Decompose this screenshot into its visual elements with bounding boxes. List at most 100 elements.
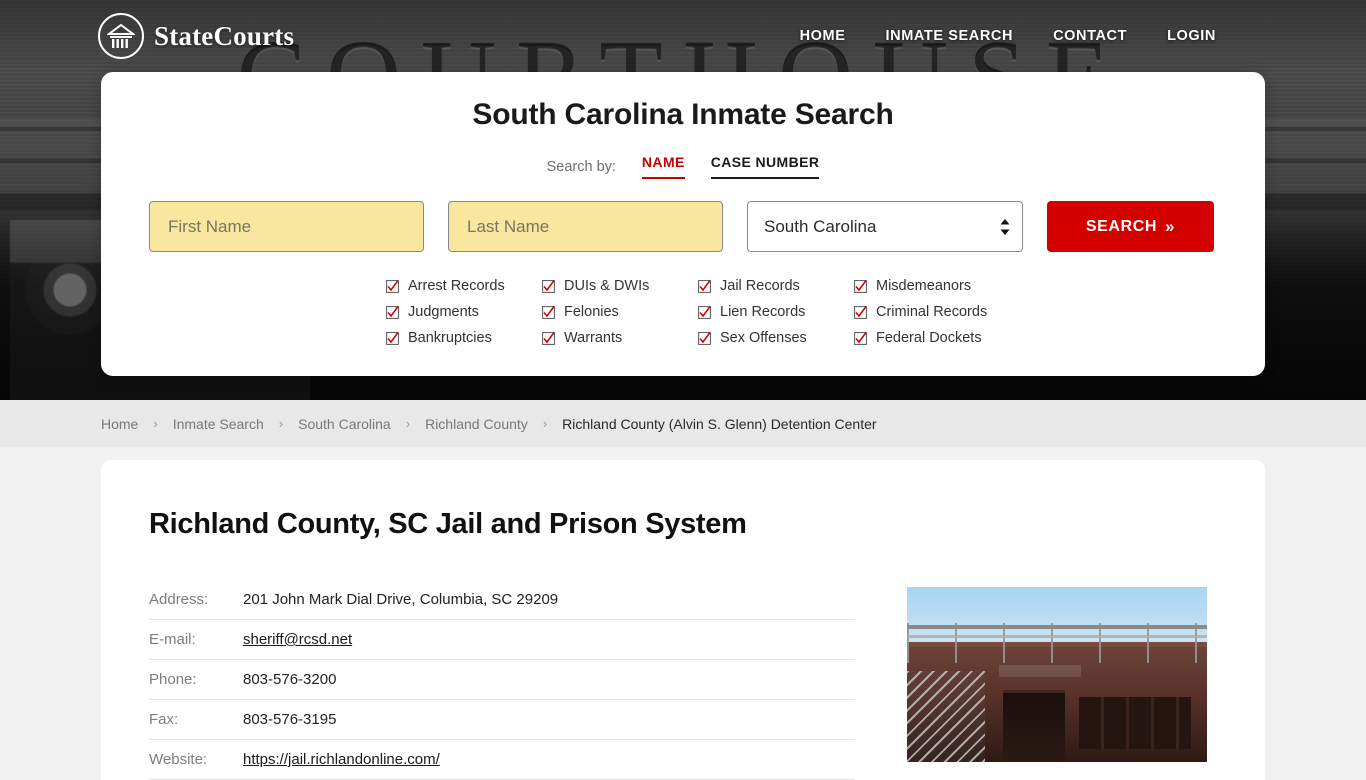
checked-checkbox-icon bbox=[542, 279, 555, 293]
record-type-label: Lien Records bbox=[720, 304, 806, 320]
detail-value: 803-576-3195 bbox=[243, 699, 855, 740]
checked-checkbox-icon bbox=[542, 305, 555, 319]
search-panel-title: South Carolina Inmate Search bbox=[472, 98, 894, 131]
photo-entrance bbox=[1003, 690, 1065, 762]
record-type-list: Arrest Records DUIs & DWIs Jail Records … bbox=[101, 278, 1265, 346]
record-type-item[interactable]: Lien Records bbox=[698, 304, 854, 320]
record-type-label: Felonies bbox=[564, 304, 619, 320]
chevron-right-icon: › bbox=[153, 416, 158, 431]
record-type-label: Warrants bbox=[564, 330, 623, 346]
breadcrumb-item-richland-county[interactable]: Richland County bbox=[425, 416, 528, 432]
checked-checkbox-icon bbox=[698, 331, 711, 345]
detail-value: sheriff@rcsd.net bbox=[243, 619, 855, 660]
first-name-input[interactable] bbox=[149, 201, 424, 252]
record-type-label: Misdemeanors bbox=[876, 278, 972, 294]
state-select-wrapper: South Carolina bbox=[747, 201, 1023, 252]
table-row: Address: 201 John Mark Dial Drive, Colum… bbox=[149, 587, 855, 620]
detail-label: Address: bbox=[149, 587, 243, 620]
facility-info-section: Address: 201 John Mark Dial Drive, Colum… bbox=[149, 587, 1217, 780]
checked-checkbox-icon bbox=[854, 305, 867, 319]
record-type-item[interactable]: Jail Records bbox=[698, 278, 854, 294]
nav-item-inmate-search[interactable]: INMATE SEARCH bbox=[886, 28, 1014, 44]
nav-item-home[interactable]: HOME bbox=[800, 28, 846, 44]
photo-fence-posts bbox=[907, 623, 1207, 663]
double-chevron-right-icon: » bbox=[1165, 217, 1176, 236]
record-type-item[interactable]: DUIs & DWIs bbox=[542, 278, 698, 294]
search-by-label: Search by: bbox=[546, 158, 616, 175]
brand-logo[interactable]: StateCourts bbox=[98, 13, 294, 59]
facility-details-table: Address: 201 John Mark Dial Drive, Colum… bbox=[149, 587, 855, 780]
state-select[interactable]: South Carolina bbox=[747, 201, 1023, 252]
checked-checkbox-icon bbox=[698, 305, 711, 319]
checked-checkbox-icon bbox=[386, 279, 399, 293]
record-type-label: Jail Records bbox=[720, 278, 800, 294]
facility-photo bbox=[907, 587, 1207, 762]
photo-windows bbox=[1079, 697, 1191, 749]
photo-building-sign bbox=[999, 665, 1081, 677]
chevron-right-icon: › bbox=[542, 416, 548, 431]
nav-item-contact[interactable]: CONTACT bbox=[1053, 28, 1127, 44]
record-type-label: Federal Dockets bbox=[876, 330, 982, 346]
record-type-label: Sex Offenses bbox=[720, 330, 807, 346]
courthouse-circle-icon bbox=[98, 13, 144, 59]
record-type-label: Judgments bbox=[408, 304, 479, 320]
detail-value: 803-576-3200 bbox=[243, 659, 855, 700]
detail-value: https://jail.richlandonline.com/ bbox=[243, 739, 855, 780]
photo-fence-rail bbox=[907, 625, 1207, 629]
record-type-item[interactable]: Arrest Records bbox=[386, 278, 542, 294]
chevron-right-icon: › bbox=[405, 416, 411, 431]
facility-content-card: Richland County, SC Jail and Prison Syst… bbox=[101, 460, 1265, 780]
breadcrumb-item-south-carolina[interactable]: South Carolina bbox=[298, 416, 391, 432]
top-bar: StateCourts HOME INMATE SEARCH CONTACT L… bbox=[0, 0, 1366, 72]
checked-checkbox-icon bbox=[386, 331, 399, 345]
tab-case-number[interactable]: CASE NUMBER bbox=[710, 154, 820, 179]
checked-checkbox-icon bbox=[386, 305, 399, 319]
chevron-right-icon: › bbox=[278, 416, 284, 431]
record-type-item[interactable]: Criminal Records bbox=[854, 304, 1010, 320]
record-type-item[interactable]: Sex Offenses bbox=[698, 330, 854, 346]
checked-checkbox-icon bbox=[698, 279, 711, 293]
inmate-search-panel: South Carolina Inmate Search Search by: … bbox=[101, 72, 1265, 376]
hero-banner: COURTHOUSE StateCourts HOME INMATE SEARC… bbox=[0, 0, 1366, 400]
record-type-item[interactable]: Federal Dockets bbox=[854, 330, 1010, 346]
email-link[interactable]: sheriff@rcsd.net bbox=[243, 631, 352, 648]
detail-label: Website: bbox=[149, 739, 243, 780]
record-type-item[interactable]: Felonies bbox=[542, 304, 698, 320]
search-by-tabs: Search by: NAME CASE NUMBER bbox=[101, 154, 1265, 179]
table-row: Fax: 803-576-3195 bbox=[149, 699, 855, 740]
record-type-label: Bankruptcies bbox=[408, 330, 492, 346]
page-title: Richland County, SC Jail and Prison Syst… bbox=[149, 508, 747, 540]
record-type-item[interactable]: Judgments bbox=[386, 304, 542, 320]
record-type-item[interactable]: Warrants bbox=[542, 330, 698, 346]
detail-value: 201 John Mark Dial Drive, Columbia, SC 2… bbox=[243, 587, 855, 620]
breadcrumb: Home › Inmate Search › South Carolina › … bbox=[0, 400, 1366, 447]
table-row: Phone: 803-576-3200 bbox=[149, 659, 855, 700]
website-link[interactable]: https://jail.richlandonline.com/ bbox=[243, 751, 440, 768]
main-navigation: HOME INMATE SEARCH CONTACT LOGIN bbox=[800, 28, 1216, 44]
checked-checkbox-icon bbox=[854, 279, 867, 293]
record-type-label: Arrest Records bbox=[408, 278, 505, 294]
last-name-input[interactable] bbox=[448, 201, 723, 252]
search-form: South Carolina SEARCH » bbox=[101, 201, 1265, 252]
search-button-label: SEARCH bbox=[1085, 217, 1158, 235]
detail-label: Fax: bbox=[149, 699, 243, 740]
record-type-item[interactable]: Bankruptcies bbox=[386, 330, 542, 346]
record-type-label: DUIs & DWIs bbox=[564, 278, 650, 294]
search-button[interactable]: SEARCH » bbox=[1047, 201, 1214, 252]
table-row: Website: https://jail.richlandonline.com… bbox=[149, 739, 855, 780]
breadcrumb-item-current: Richland County (Alvin S. Glenn) Detenti… bbox=[562, 415, 877, 432]
tab-name[interactable]: NAME bbox=[641, 154, 685, 179]
table-row: E-mail: sheriff@rcsd.net bbox=[149, 619, 855, 660]
record-type-label: Criminal Records bbox=[876, 304, 988, 320]
brand-name: StateCourts bbox=[154, 20, 295, 51]
breadcrumb-item-inmate-search[interactable]: Inmate Search bbox=[173, 416, 264, 432]
checked-checkbox-icon bbox=[854, 331, 867, 345]
photo-razor-wire bbox=[907, 671, 985, 762]
detail-label: Phone: bbox=[149, 659, 243, 700]
detail-label: E-mail: bbox=[149, 619, 243, 660]
breadcrumb-item-home[interactable]: Home bbox=[101, 416, 138, 432]
checked-checkbox-icon bbox=[542, 331, 555, 345]
photo-fence-rail-lower bbox=[907, 635, 1207, 638]
record-type-item[interactable]: Misdemeanors bbox=[854, 278, 1010, 294]
nav-item-login[interactable]: LOGIN bbox=[1167, 28, 1216, 44]
